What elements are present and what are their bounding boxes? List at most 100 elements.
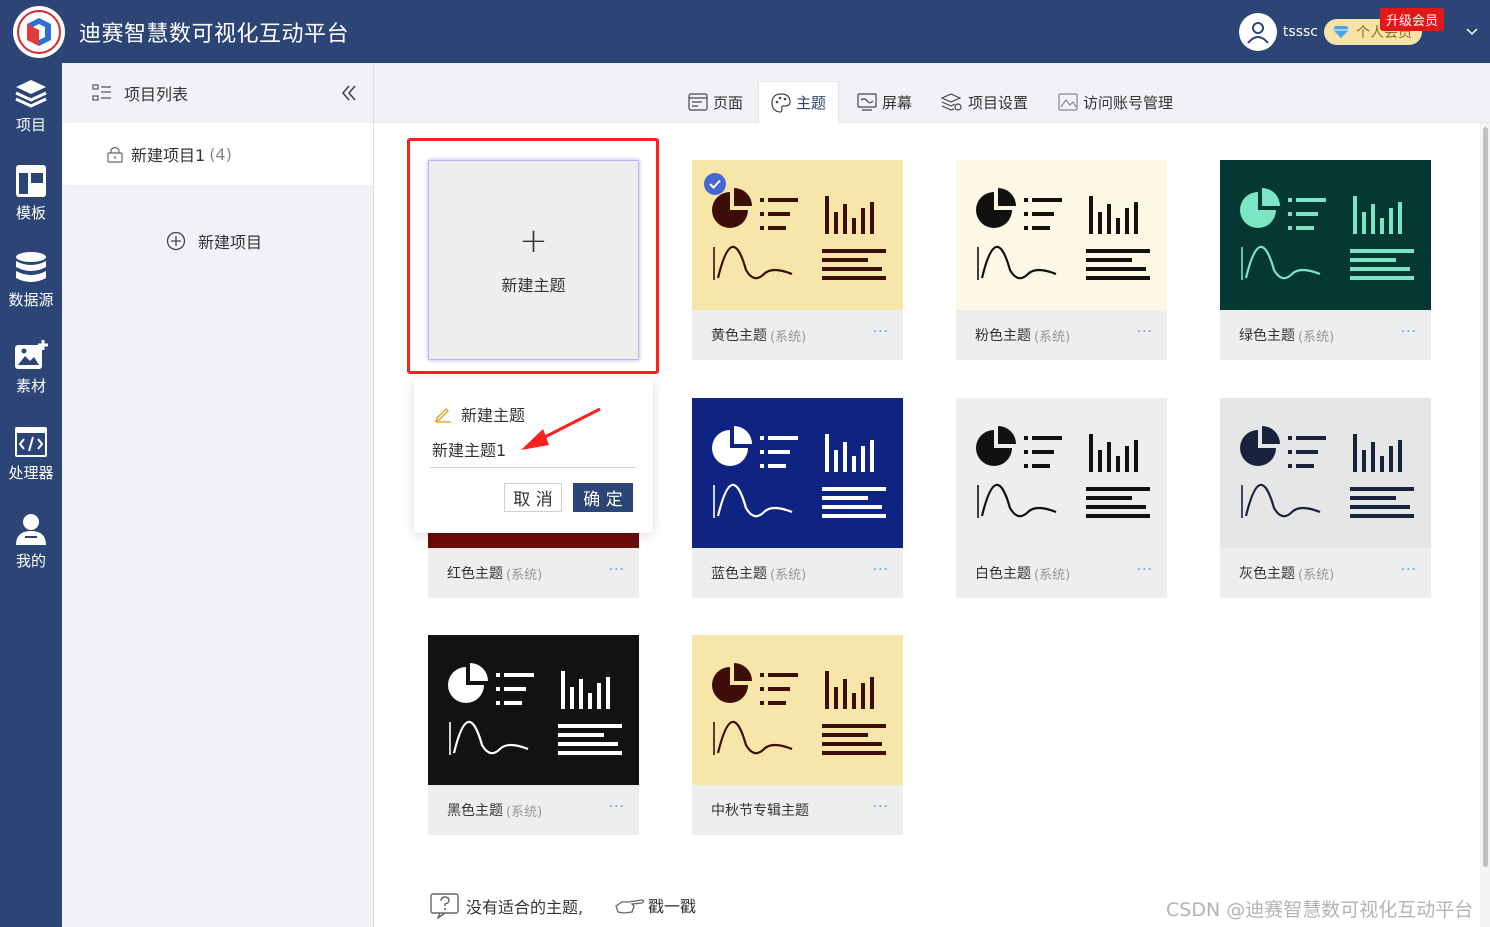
theme-name: 绿色主题 <box>1239 328 1295 344</box>
theme-card-footer: 粉色主题 (系统) ··· <box>956 310 1167 360</box>
theme-tag: (系统) <box>1034 329 1071 345</box>
tab-account-management[interactable]: 访问账号管理 <box>1046 81 1185 123</box>
theme-card-footer: 黑色主题 (系统) ··· <box>428 785 639 835</box>
image-add-icon <box>15 340 48 369</box>
nav-label: 我的 <box>15 552 46 570</box>
theme-name: 灰色主题 <box>1239 566 1295 582</box>
user-area: tsssc 个人会员 <box>1238 0 1490 63</box>
project-item[interactable]: 新建项目1 (4) <box>62 123 373 185</box>
confirm-button[interactable]: 确 定 <box>573 483 633 512</box>
theme-name: 中秋节专辑主题 <box>711 803 809 819</box>
theme-card[interactable]: 中秋节专辑主题 ··· <box>692 635 903 835</box>
chevron-down-icon[interactable] <box>1466 27 1478 36</box>
palette-icon <box>771 92 791 113</box>
app-title: 迪赛智慧数可视化互动平台 <box>79 21 350 47</box>
question-icon <box>430 893 459 919</box>
more-options-icon[interactable]: ··· <box>1137 562 1153 578</box>
theme-card[interactable]: 黑色主题 (系统) ··· <box>428 635 639 835</box>
more-options-icon[interactable]: ··· <box>873 324 889 340</box>
page-icon <box>688 93 708 111</box>
app-logo[interactable] <box>13 5 65 58</box>
more-options-icon[interactable]: ··· <box>1401 324 1417 340</box>
theme-card-footer: 绿色主题 (系统) ··· <box>1220 310 1431 360</box>
theme-thumbnail <box>956 398 1167 548</box>
theme-card[interactable]: 白色主题 (系统) ··· <box>956 398 1167 598</box>
scrollbar-thumb[interactable] <box>1483 127 1488 867</box>
theme-card-footer: 蓝色主题 (系统) ··· <box>692 548 903 598</box>
project-panel-title: 项目列表 <box>124 85 189 104</box>
diamond-icon <box>1333 25 1349 38</box>
theme-thumbnail <box>1220 398 1431 548</box>
nav-item-datasource[interactable]: 数据源 <box>0 237 62 324</box>
theme-tag: (系统) <box>770 567 807 583</box>
new-project-button[interactable]: 新建项目 <box>166 229 262 253</box>
theme-thumbnail <box>1220 160 1431 310</box>
theme-preview[interactable] <box>1220 398 1431 548</box>
nav-item-project[interactable]: 项目 <box>0 63 62 150</box>
user-icon <box>1247 21 1269 44</box>
selected-check-icon <box>704 173 726 195</box>
more-options-icon[interactable]: ··· <box>873 799 889 815</box>
poke-link[interactable]: 戳一戳 <box>614 893 696 917</box>
theme-preview[interactable] <box>956 398 1167 548</box>
theme-card-footer: 黄色主题 (系统) ··· <box>692 310 903 360</box>
theme-preview[interactable] <box>956 160 1167 310</box>
tab-screen[interactable]: 屏幕 <box>845 81 924 123</box>
logo-icon <box>17 9 61 54</box>
theme-preview[interactable] <box>428 635 639 785</box>
theme-card-footer: 灰色主题 (系统) ··· <box>1220 548 1431 598</box>
theme-tag: (系统) <box>1298 329 1335 345</box>
theme-name: 红色主题 <box>447 566 503 582</box>
theme-card[interactable]: 粉色主题 (系统) ··· <box>956 160 1167 360</box>
theme-thumbnail <box>956 160 1167 310</box>
nav-label: 处理器 <box>8 464 54 482</box>
scrollbar[interactable] <box>1481 123 1490 927</box>
theme-thumbnail <box>428 635 639 785</box>
tab-theme[interactable]: 主题 <box>758 81 840 123</box>
nav-item-processor[interactable]: 处理器 <box>0 411 62 498</box>
nav-label: 模板 <box>15 204 46 222</box>
username[interactable]: tsssc <box>1283 24 1318 40</box>
database-icon <box>16 252 46 282</box>
theme-preview[interactable] <box>1220 160 1431 310</box>
theme-card-footer: 红色主题 (系统) ··· <box>428 548 639 598</box>
theme-card-footer: 白色主题 (系统) ··· <box>956 548 1167 598</box>
more-options-icon[interactable]: ··· <box>873 562 889 578</box>
theme-card-footer: 中秋节专辑主题 ··· <box>692 785 903 835</box>
theme-tag: (系统) <box>1034 567 1071 583</box>
list-icon <box>92 84 111 101</box>
theme-name: 白色主题 <box>975 566 1031 582</box>
nav-item-material[interactable]: 素材 <box>0 324 62 411</box>
tab-bar: 页面 主题 屏幕 项目设置 访问账号管理 <box>374 63 1490 123</box>
theme-tag: (系统) <box>770 329 807 345</box>
nav-item-mine[interactable]: 我的 <box>0 498 62 585</box>
layers-icon <box>15 80 47 108</box>
theme-card[interactable]: 灰色主题 (系统) ··· <box>1220 398 1431 598</box>
theme-name: 黑色主题 <box>447 803 503 819</box>
cancel-button[interactable]: 取 消 <box>504 483 562 512</box>
edit-icon <box>434 408 451 423</box>
tab-project-settings[interactable]: 项目设置 <box>929 81 1040 123</box>
theme-card[interactable]: 黄色主题 (系统) ··· <box>692 160 903 360</box>
user-avatar[interactable] <box>1238 12 1277 51</box>
collapse-icon[interactable] <box>341 85 357 101</box>
theme-name: 蓝色主题 <box>711 566 767 582</box>
theme-card[interactable]: 绿色主题 (系统) ··· <box>1220 160 1431 360</box>
theme-name: 粉色主题 <box>975 328 1031 344</box>
more-options-icon[interactable]: ··· <box>609 562 625 578</box>
more-options-icon[interactable]: ··· <box>609 799 625 815</box>
user-icon <box>16 514 46 545</box>
account-icon <box>1058 93 1078 111</box>
code-icon <box>15 427 47 457</box>
theme-card[interactable]: 蓝色主题 (系统) ··· <box>692 398 903 598</box>
theme-preview[interactable] <box>692 635 903 785</box>
upgrade-button[interactable]: 升级会员 <box>1379 8 1444 31</box>
highlight-frame <box>407 138 659 374</box>
project-count: (4) <box>209 144 232 164</box>
nav-item-template[interactable]: 模板 <box>0 150 62 237</box>
theme-preview[interactable] <box>692 398 903 548</box>
tab-page[interactable]: 页面 <box>676 81 755 123</box>
more-options-icon[interactable]: ··· <box>1401 562 1417 578</box>
project-panel: 项目列表 新建项目1 (4) 新建项目 <box>62 63 374 927</box>
more-options-icon[interactable]: ··· <box>1137 324 1153 340</box>
